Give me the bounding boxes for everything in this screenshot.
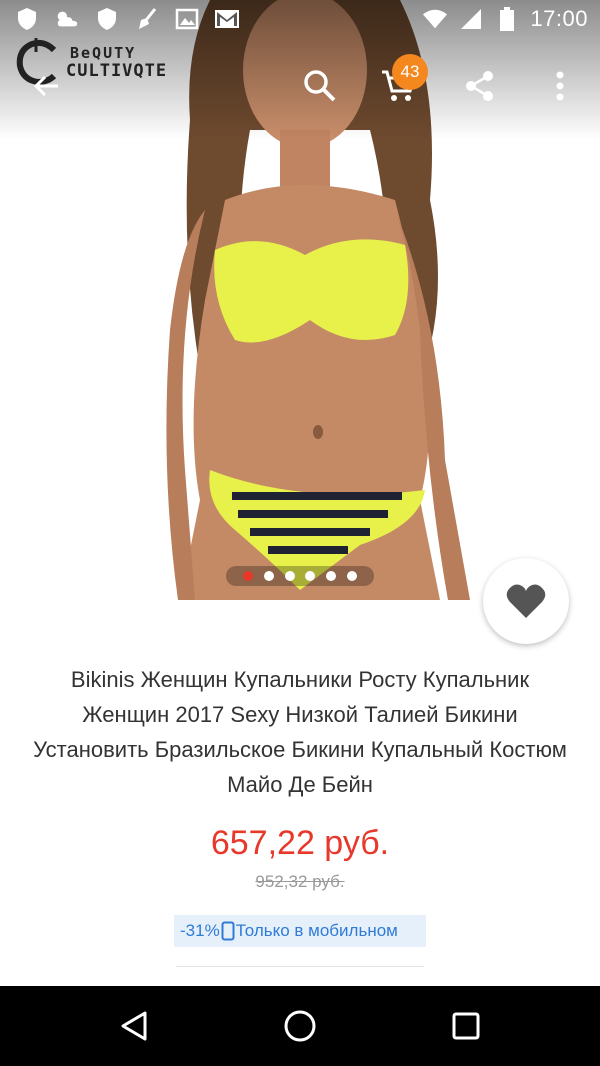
share-button[interactable] (456, 62, 504, 110)
back-button[interactable] (22, 62, 70, 110)
favorite-button[interactable] (483, 558, 569, 644)
page-dot[interactable] (284, 571, 295, 581)
smartphone-icon (221, 921, 235, 941)
product-title: Bikinis Женщин Купальники Росту Купальни… (33, 667, 567, 797)
gallery-page-indicator[interactable] (226, 566, 374, 586)
shield-icon (94, 6, 120, 32)
page-dot[interactable] (263, 571, 274, 581)
more-vert-icon (556, 71, 564, 101)
toolbar (0, 48, 600, 128)
battery-icon (494, 6, 520, 32)
cart-count-badge: 43 (392, 54, 428, 90)
system-navigation-bar (0, 986, 600, 1066)
heart-icon (506, 584, 546, 618)
gmail-icon (214, 6, 240, 32)
image-icon (174, 6, 200, 32)
share-icon (466, 71, 493, 101)
search-icon (304, 70, 336, 102)
broom-icon (134, 6, 160, 32)
nav-recent-icon (452, 1012, 480, 1040)
more-options-button[interactable] (536, 62, 584, 110)
nav-recent-apps-button[interactable] (444, 1004, 488, 1048)
discount-percent: -31% (180, 921, 220, 940)
product-price: 657,22 руб. (210, 824, 390, 862)
divider (176, 966, 424, 967)
page-dot[interactable] (326, 571, 337, 581)
original-price: 952,32 руб. (255, 872, 345, 891)
clock: 17:00 (530, 6, 588, 31)
weather-icon (54, 6, 80, 32)
nav-home-button[interactable] (278, 1004, 322, 1048)
system-indicators: 17:00 (422, 6, 588, 32)
mobile-discount-badge: -31% Только в мобильном (174, 915, 426, 947)
nav-back-icon (121, 1011, 147, 1041)
page-dot[interactable] (305, 571, 316, 581)
status-bar: 17:00 (0, 0, 600, 40)
page-dot[interactable] (242, 571, 253, 581)
nav-home-icon (284, 1010, 316, 1042)
wifi-icon (422, 6, 448, 32)
back-arrow-icon (33, 75, 58, 97)
mobile-only-label: Только в мобильном (235, 921, 398, 940)
signal-icon (458, 6, 484, 32)
shield-icon (14, 6, 40, 32)
page-dot[interactable] (347, 571, 358, 581)
search-button[interactable] (296, 62, 344, 110)
nav-back-button[interactable] (112, 1004, 156, 1048)
notification-icons (14, 6, 240, 32)
